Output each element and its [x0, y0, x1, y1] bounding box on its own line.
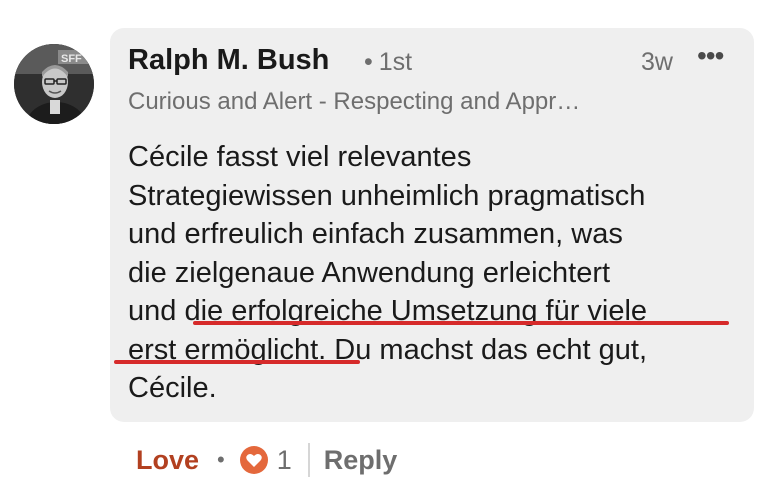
degree-label: 1st: [378, 48, 413, 76]
comment-line: und erfreulich einfach zusammen, was: [128, 218, 623, 250]
red-underline-annotation: [114, 360, 360, 364]
author-name[interactable]: Ralph M. Bush: [128, 44, 329, 77]
comment-line: Cécile.: [128, 372, 217, 404]
timestamp: 3w: [641, 48, 673, 76]
divider: [307, 443, 310, 477]
comment-line-part: und: [128, 295, 185, 327]
comment-line: Strategiewissen unheimlich pragmatisch: [128, 179, 646, 212]
connection-degree: • 1st: [364, 48, 412, 77]
red-underline-annotation: [193, 321, 729, 325]
avatar-sign-text: SFF: [61, 53, 82, 65]
author-headline: Curious and Alert - Respecting and Appr…: [128, 88, 581, 115]
comment-actions: Love • 1 Reply: [136, 440, 397, 480]
reaction-count[interactable]: 1: [277, 445, 292, 476]
more-options-icon[interactable]: •••: [697, 40, 724, 72]
degree-separator: •: [364, 48, 373, 76]
comment-text: Cécile fasst viel relevantes Strategiewi…: [128, 138, 740, 408]
avatar[interactable]: SFF: [14, 44, 94, 124]
heart-reaction-icon[interactable]: [239, 445, 269, 475]
comment-line: Cécile fasst viel relevantes: [128, 141, 472, 173]
comment-view: SFF Ralph M. Bush • 1st 3w ••• Curious an…: [0, 0, 768, 486]
action-separator: •: [217, 447, 225, 472]
avatar-photo: SFF: [14, 44, 94, 124]
reply-button[interactable]: Reply: [324, 445, 398, 476]
love-button[interactable]: Love: [136, 445, 199, 476]
comment-line: die zielgenaue Anwendung erleichtert: [128, 256, 611, 289]
comment-line-part: Du machst das echt gut,: [326, 333, 648, 366]
